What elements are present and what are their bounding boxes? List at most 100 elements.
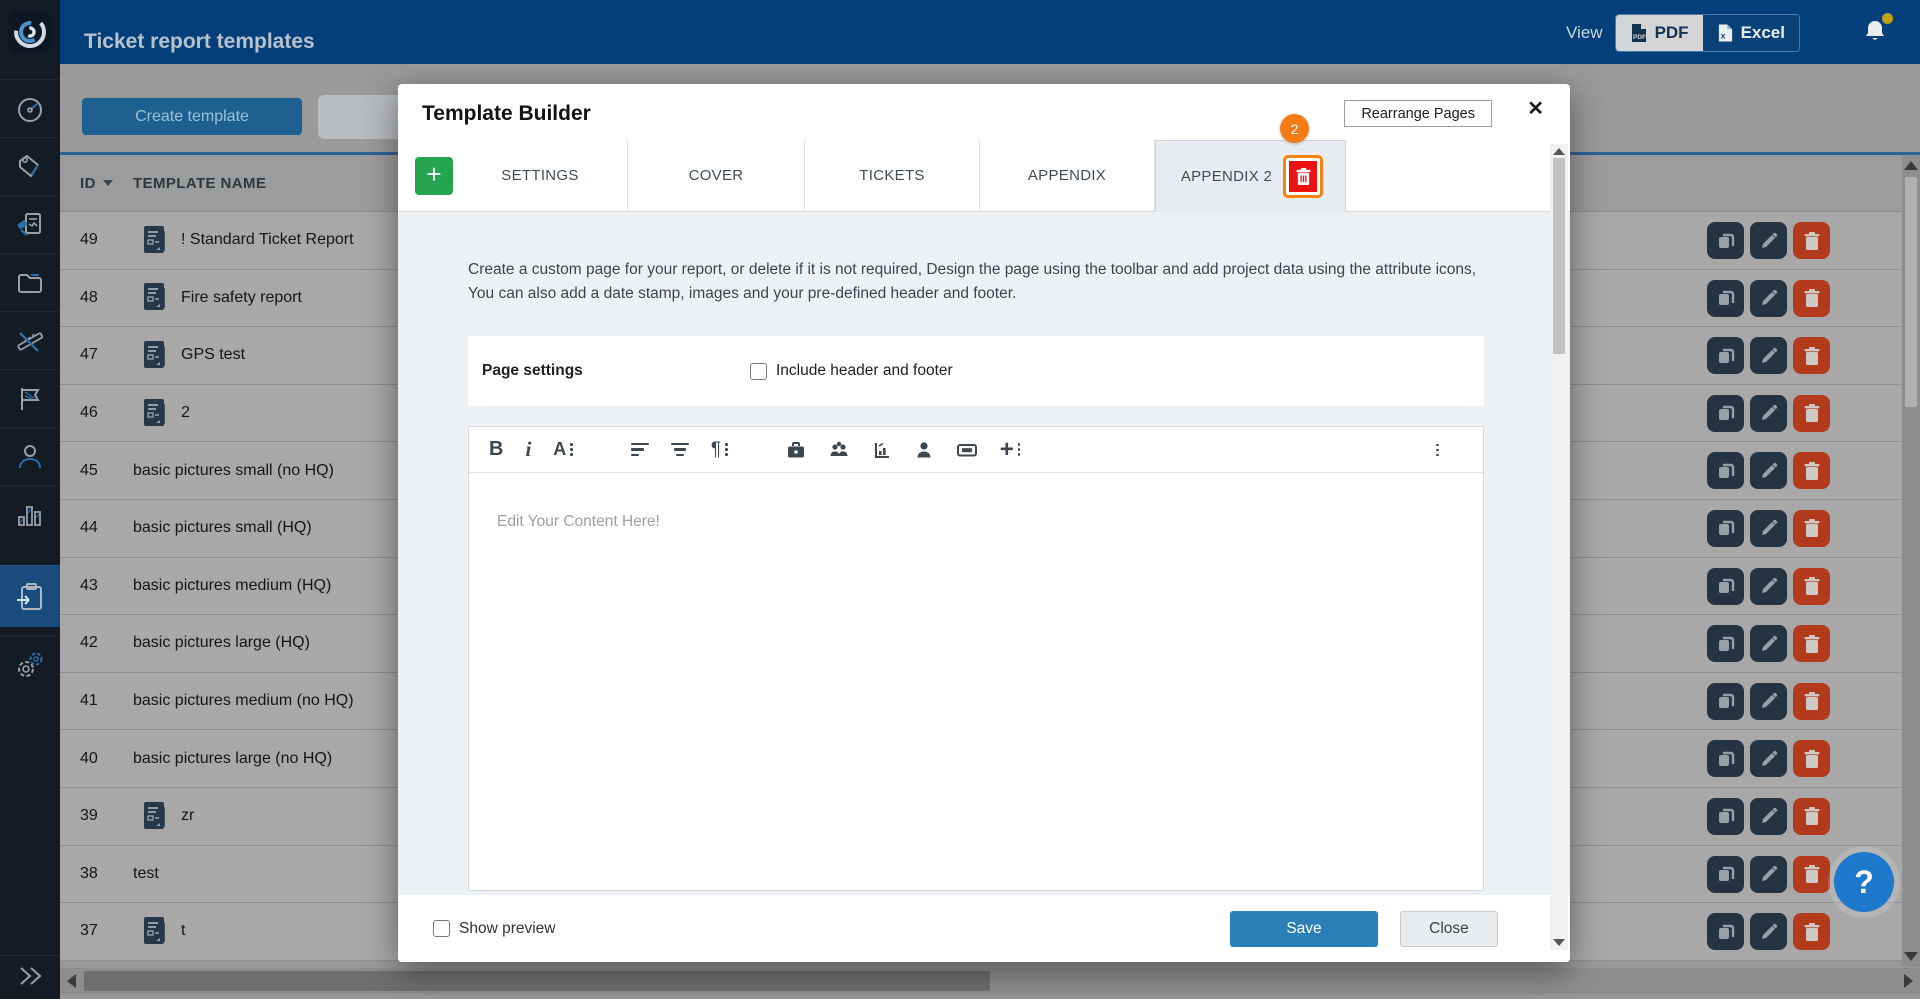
add-page-button[interactable]: + bbox=[415, 157, 453, 195]
scroll-left-arrow-icon[interactable] bbox=[67, 974, 76, 988]
insert-person-attribute-button[interactable] bbox=[914, 435, 934, 465]
insert-more-button[interactable]: + bbox=[1000, 435, 1021, 465]
edit-template-button[interactable] bbox=[1750, 280, 1787, 317]
editor-more-options-button[interactable] bbox=[1432, 435, 1439, 465]
modal-scroll-thumb[interactable] bbox=[1553, 158, 1565, 354]
rich-text-editor[interactable]: B i A ¶ bbox=[468, 426, 1484, 891]
insert-chart-attribute-button[interactable] bbox=[872, 435, 892, 465]
app-logo[interactable] bbox=[8, 10, 52, 54]
include-header-footer-checkbox[interactable] bbox=[750, 363, 767, 380]
sort-caret-icon[interactable] bbox=[103, 180, 113, 186]
delete-template-button[interactable] bbox=[1793, 280, 1830, 317]
tab-tickets[interactable]: TICKETS bbox=[805, 140, 980, 212]
view-pdf-button[interactable]: PDF PDF bbox=[1616, 15, 1703, 51]
align-center-button[interactable] bbox=[671, 435, 689, 465]
notifications-bell[interactable] bbox=[1862, 18, 1890, 46]
edit-template-button[interactable] bbox=[1750, 913, 1787, 950]
sidebar-item-report-templates[interactable] bbox=[0, 565, 60, 627]
edit-template-button[interactable] bbox=[1750, 740, 1787, 777]
scroll-up-arrow-icon[interactable] bbox=[1904, 161, 1918, 170]
delete-template-button[interactable] bbox=[1793, 625, 1830, 662]
tab-settings[interactable]: SETTINGS bbox=[453, 140, 628, 212]
copy-template-button[interactable] bbox=[1707, 510, 1744, 547]
help-button[interactable]: ? bbox=[1834, 852, 1894, 912]
modal-close-icon[interactable]: ✕ bbox=[1527, 96, 1544, 121]
delete-page-button[interactable] bbox=[1286, 158, 1320, 195]
sidebar-collapse-button[interactable] bbox=[0, 955, 60, 995]
edit-template-button[interactable] bbox=[1750, 568, 1787, 605]
sidebar-item-projects[interactable] bbox=[0, 253, 60, 311]
tab-appendix-2[interactable]: APPENDIX 2 bbox=[1155, 140, 1346, 212]
delete-template-button[interactable] bbox=[1793, 856, 1830, 893]
modal-scroll-up-icon[interactable] bbox=[1553, 148, 1565, 155]
vertical-scrollbar[interactable] bbox=[1902, 155, 1920, 967]
save-button[interactable]: Save bbox=[1230, 911, 1378, 947]
delete-template-button[interactable] bbox=[1793, 568, 1830, 605]
horizontal-scrollbar[interactable] bbox=[60, 968, 1920, 994]
delete-template-button[interactable] bbox=[1793, 683, 1830, 720]
copy-template-button[interactable] bbox=[1707, 683, 1744, 720]
edit-template-button[interactable] bbox=[1750, 856, 1787, 893]
close-button[interactable]: Close bbox=[1400, 911, 1498, 947]
edit-template-button[interactable] bbox=[1750, 222, 1787, 259]
sidebar-item-users[interactable] bbox=[0, 427, 60, 485]
modal-scroll-down-icon[interactable] bbox=[1553, 939, 1565, 946]
sidebar-item-flags[interactable] bbox=[0, 369, 60, 427]
bold-button[interactable]: B bbox=[489, 435, 503, 465]
tab-appendix[interactable]: APPENDIX bbox=[980, 140, 1155, 212]
align-left-button[interactable] bbox=[631, 435, 649, 465]
copy-template-button[interactable] bbox=[1707, 280, 1744, 317]
copy-template-button[interactable] bbox=[1707, 913, 1744, 950]
sidebar-item-settings[interactable] bbox=[0, 635, 60, 693]
copy-template-button[interactable] bbox=[1707, 856, 1744, 893]
rearrange-pages-button[interactable]: Rearrange Pages bbox=[1344, 100, 1492, 127]
copy-template-button[interactable] bbox=[1707, 568, 1744, 605]
edit-template-button[interactable] bbox=[1750, 337, 1787, 374]
edit-template-button[interactable] bbox=[1750, 683, 1787, 720]
horizontal-scroll-thumb[interactable] bbox=[84, 971, 990, 991]
trash-icon bbox=[1803, 691, 1821, 711]
column-header-id[interactable]: ID bbox=[80, 175, 96, 192]
copy-template-button[interactable] bbox=[1707, 452, 1744, 489]
edit-template-button[interactable] bbox=[1750, 395, 1787, 432]
insert-team-attribute-button[interactable] bbox=[828, 435, 850, 465]
copy-template-button[interactable] bbox=[1707, 222, 1744, 259]
modal-scrollbar[interactable] bbox=[1550, 144, 1568, 950]
copy-template-button[interactable] bbox=[1707, 337, 1744, 374]
sidebar-item-analytics[interactable] bbox=[0, 485, 60, 543]
sidebar-item-tools[interactable] bbox=[0, 311, 60, 369]
delete-template-button[interactable] bbox=[1793, 798, 1830, 835]
delete-template-button[interactable] bbox=[1793, 510, 1830, 547]
copy-template-button[interactable] bbox=[1707, 625, 1744, 662]
delete-template-button[interactable] bbox=[1793, 740, 1830, 777]
insert-project-attribute-button[interactable] bbox=[786, 435, 806, 465]
sidebar-item-reports[interactable] bbox=[0, 195, 60, 253]
scroll-down-arrow-icon[interactable] bbox=[1904, 952, 1918, 961]
insert-banner-button[interactable] bbox=[956, 435, 978, 465]
delete-template-button[interactable] bbox=[1793, 913, 1830, 950]
delete-template-button[interactable] bbox=[1793, 222, 1830, 259]
edit-template-button[interactable] bbox=[1750, 798, 1787, 835]
sidebar-item-tags[interactable] bbox=[0, 137, 60, 195]
edit-template-button[interactable] bbox=[1750, 452, 1787, 489]
scroll-right-arrow-icon[interactable] bbox=[1904, 974, 1913, 988]
delete-template-button[interactable] bbox=[1793, 337, 1830, 374]
delete-template-button[interactable] bbox=[1793, 452, 1830, 489]
create-template-button[interactable]: Create template bbox=[82, 98, 302, 135]
edit-template-button[interactable] bbox=[1750, 510, 1787, 547]
sidebar-item-dashboard[interactable] bbox=[0, 79, 60, 137]
edit-template-button[interactable] bbox=[1750, 625, 1787, 662]
vertical-scroll-thumb[interactable] bbox=[1905, 177, 1917, 407]
show-preview-checkbox[interactable] bbox=[433, 920, 450, 937]
copy-template-button[interactable] bbox=[1707, 395, 1744, 432]
tab-cover[interactable]: COVER bbox=[628, 140, 805, 212]
view-excel-button[interactable]: x Excel bbox=[1703, 15, 1799, 51]
italic-button[interactable]: i bbox=[525, 435, 531, 465]
paragraph-options-button[interactable]: ¶ bbox=[711, 435, 728, 465]
edit-pencil-icon bbox=[1759, 749, 1779, 769]
delete-template-button[interactable] bbox=[1793, 395, 1830, 432]
column-header-template-name[interactable]: TEMPLATE NAME bbox=[133, 175, 266, 192]
copy-template-button[interactable] bbox=[1707, 740, 1744, 777]
copy-template-button[interactable] bbox=[1707, 798, 1744, 835]
font-options-button[interactable]: A bbox=[553, 435, 573, 465]
